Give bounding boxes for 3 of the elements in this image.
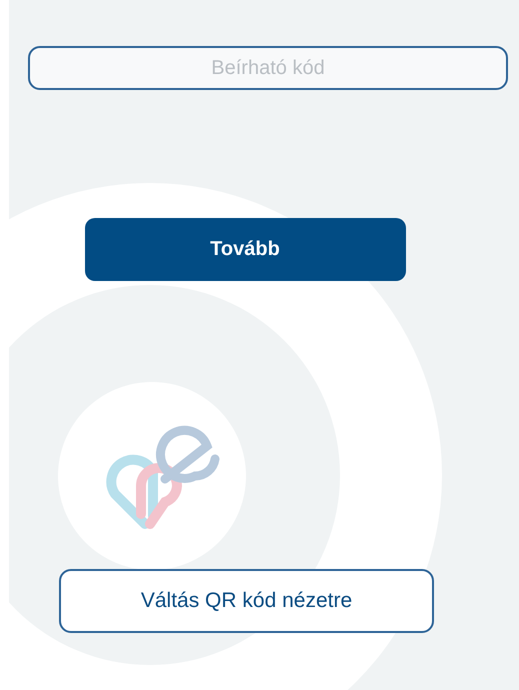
switch-view-button[interactable]: Váltás QR kód nézetre bbox=[59, 569, 434, 633]
next-button[interactable]: Tovább bbox=[84, 218, 406, 281]
code-input-field[interactable]: Beírható kód bbox=[28, 46, 508, 90]
